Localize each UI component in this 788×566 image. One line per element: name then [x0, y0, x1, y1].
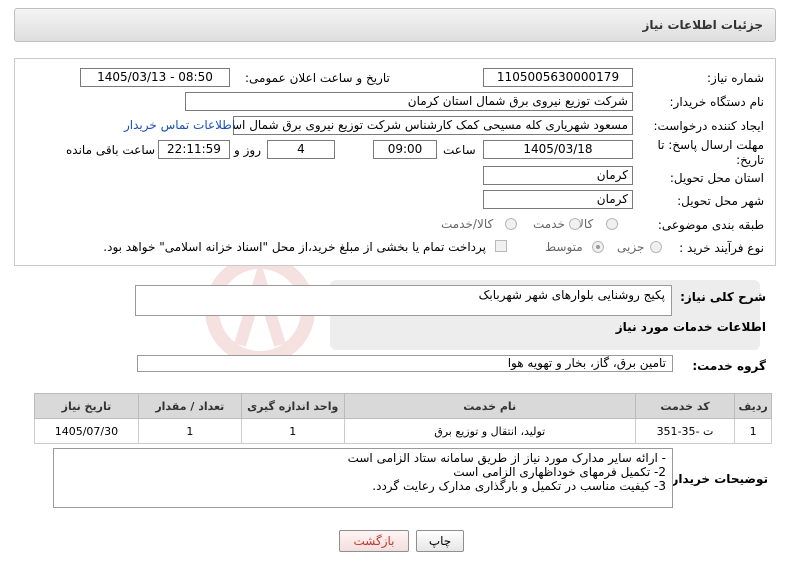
col-row-header: ردیف [734, 393, 772, 419]
delivery-city-field: کرمان [483, 190, 633, 209]
category-service-label: خدمت [533, 217, 565, 231]
cell-service-name: تولید، انتقال و توزیع برق [343, 418, 636, 444]
table-row: 1 ت -35-351 تولید، انتقال و توزیع برق 1 … [34, 418, 772, 444]
process-minor-radio[interactable] [650, 241, 662, 253]
buyer-org-label: نام دستگاه خریدار: [669, 95, 765, 109]
buyer-note-line: - ارائه سایر مدارک مورد نیاز از طریق سام… [347, 451, 666, 465]
deadline-time-label: ساعت [443, 143, 476, 157]
service-group-field: تامین برق، گاز، بخار و تهویه هوا [137, 355, 673, 372]
treasury-payment-label: پرداخت تمام یا بخشی از مبلغ خرید،از محل … [103, 240, 486, 254]
services-section-title: اطلاعات خدمات مورد نیاز [615, 320, 766, 334]
buyer-contact-link[interactable]: اطلاعات تماس خریدار [124, 118, 235, 132]
category-service-radio[interactable] [569, 218, 581, 230]
summary-textarea: پکیج روشنایی بلوارهای شهر شهربابک [135, 285, 672, 316]
deadline-time-field: 09:00 [373, 140, 437, 159]
need-number-label: شماره نیاز: [707, 71, 764, 85]
deadline-date-field: 1405/03/18 [483, 140, 633, 159]
delivery-city-label: شهر محل تحویل: [677, 194, 764, 208]
col-need-date-header: تاریخ نیاز [34, 393, 139, 419]
days-remaining-field: 4 [267, 140, 335, 159]
category-goods-service-label: کالا/خدمت [441, 217, 494, 231]
col-quantity-header: تعداد / مقدار [137, 393, 242, 419]
cell-unit: 1 [240, 418, 345, 444]
need-number-field: 1105005630000179 [483, 68, 633, 87]
cell-quantity: 1 [137, 418, 242, 444]
delivery-province-label: استان محل تحویل: [669, 171, 764, 185]
deadline-label: مهلت ارسال پاسخ: تا تاریخ: [657, 138, 764, 167]
creator-field: مسعود شهریاری کله مسیحی کمک کارشناس شرکت… [233, 116, 633, 135]
col-unit-header: واحد اندازه گیری [240, 393, 345, 419]
buyer-notes-textarea: - ارائه سایر مدارک مورد نیاز از طریق سام… [53, 448, 673, 508]
buyer-notes-label: توضیحات خریدار: [666, 472, 768, 486]
service-group-text: تامین برق، گاز، بخار و تهویه هوا [507, 356, 666, 370]
announce-datetime-label: تاریخ و ساعت اعلان عمومی: [245, 71, 390, 85]
creator-label: ایجاد کننده درخواست: [653, 119, 764, 133]
service-group-label: گروه خدمت: [692, 359, 766, 373]
buyer-org-field: شرکت توزیع نیروی برق شمال استان کرمان [185, 92, 633, 111]
days-label: روز و [234, 143, 261, 157]
buyer-note-line: 3- کیفیت مناسب در تکمیل و بارگذاری مدارک… [372, 479, 666, 493]
time-remaining-field: 22:11:59 [158, 140, 230, 159]
page-title: جزئیات اطلاعات نیاز [642, 18, 763, 32]
delivery-province-field: کرمان [483, 166, 633, 185]
process-medium-label: متوسط [545, 240, 583, 254]
print-button[interactable]: چاپ [416, 530, 464, 552]
summary-text: پکیج روشنایی بلوارهای شهر شهربابک [478, 288, 665, 302]
buyer-note-line: 2- تکمیل فرمهای خوداظهاری الزامی است [453, 465, 666, 479]
category-goods-service-radio[interactable] [505, 218, 517, 230]
time-remaining-label: ساعت باقی مانده [66, 143, 156, 157]
back-button[interactable]: بازگشت [339, 530, 409, 552]
category-label: طبقه بندی موضوعی: [657, 218, 764, 232]
col-service-name-header: نام خدمت [343, 393, 636, 419]
services-table: ردیف کد خدمت نام خدمت واحد اندازه گیری ت… [34, 393, 772, 444]
treasury-payment-checkbox[interactable] [495, 240, 507, 252]
category-goods-radio[interactable] [606, 218, 618, 230]
cell-need-date: 1405/07/30 [34, 418, 139, 444]
summary-label: شرح کلی نیاز: [680, 290, 766, 304]
col-service-code-header: کد خدمت [634, 393, 736, 419]
process-medium-radio[interactable] [592, 241, 604, 253]
cell-row: 1 [734, 418, 772, 444]
table-header-row: ردیف کد خدمت نام خدمت واحد اندازه گیری ت… [34, 393, 772, 419]
page-header: جزئیات اطلاعات نیاز [14, 8, 776, 42]
cell-service-code: ت -35-351 [634, 418, 736, 444]
process-minor-label: جزیی [617, 240, 645, 254]
announce-datetime-field: 1405/03/13 - 08:50 [80, 68, 230, 87]
process-type-label: نوع فرآیند خرید : [679, 241, 764, 255]
